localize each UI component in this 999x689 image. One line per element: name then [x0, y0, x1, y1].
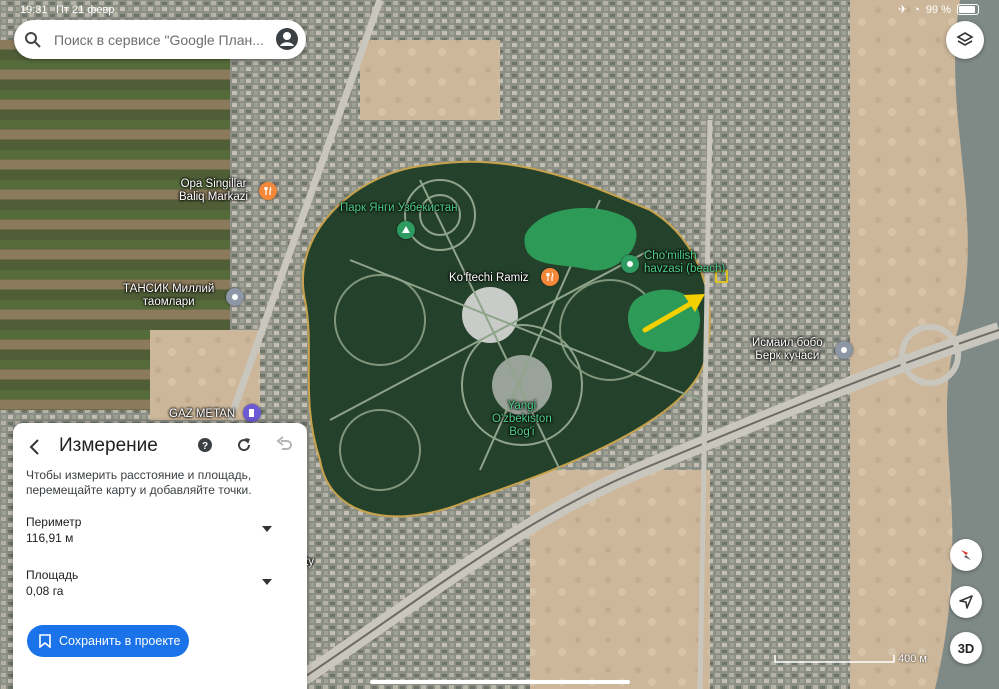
- battery-icon: [957, 4, 979, 15]
- save-label: Сохранить в проекте: [59, 634, 181, 648]
- search-icon: [25, 32, 41, 48]
- tansik-label: ТАНСИК Миллий таомлари: [123, 283, 215, 308]
- measure-hint: Чтобы измерить расстояние и площадь, пер…: [26, 468, 252, 497]
- compass-button[interactable]: [950, 539, 982, 571]
- beach-pin-icon[interactable]: [621, 255, 639, 273]
- svg-text:?: ?: [202, 441, 208, 452]
- home-indicator: [370, 680, 630, 684]
- restaurant-pin-icon[interactable]: [541, 268, 559, 286]
- three-d-button[interactable]: 3D: [950, 632, 982, 664]
- area-label: Площадь: [26, 568, 79, 582]
- layers-button[interactable]: [946, 21, 984, 59]
- search-input[interactable]: [52, 28, 276, 52]
- save-to-project-button[interactable]: Сохранить в проекте: [27, 625, 189, 657]
- perimeter-value: 116,91 м: [26, 531, 74, 545]
- koftechi-label: Ko'ftechi Ramiz: [449, 272, 529, 284]
- park-yangi-label: Парк Янги Узбекистан: [340, 202, 458, 214]
- park-pin-icon[interactable]: [397, 221, 415, 239]
- navigation-arrow-icon: [959, 595, 973, 609]
- area-dropdown-icon[interactable]: [262, 579, 272, 585]
- chomilish-label: Cho'milish havzasi (beach): [644, 250, 726, 275]
- three-d-label: 3D: [957, 640, 975, 656]
- battery-percent: 99 %: [925, 3, 951, 16]
- back-arrow-icon[interactable]: [25, 437, 45, 457]
- bookmark-icon: [39, 634, 51, 648]
- search-bar[interactable]: [14, 20, 306, 59]
- airplane-icon: ✈: [898, 4, 908, 16]
- opa-singillar-label: Opa Singillar Baliq Markazi: [179, 178, 249, 203]
- area-value: 0,08 га: [26, 584, 64, 598]
- help-icon[interactable]: ?: [197, 437, 213, 453]
- place-pin-icon[interactable]: [835, 341, 853, 359]
- perimeter-dropdown-icon[interactable]: [262, 526, 272, 532]
- perimeter-label: Периметр: [26, 515, 82, 529]
- reset-icon[interactable]: [234, 435, 254, 455]
- account-avatar-icon[interactable]: [276, 28, 298, 50]
- gas-station-pin-icon[interactable]: [243, 404, 261, 422]
- scale-label: 400 м: [898, 653, 927, 665]
- place-pin-icon[interactable]: [226, 288, 244, 306]
- gaz-metan-label: GAZ METAN: [169, 408, 236, 420]
- my-location-button[interactable]: [950, 586, 982, 618]
- yangi-uzbekiston-label: Yangi O'zbekiston Bog'i: [492, 400, 552, 438]
- status-time: 19:31: [20, 4, 48, 16]
- layers-icon: [956, 32, 974, 46]
- status-bar: 19:31 Пт 21 февр. ✈ ◔ 99 %: [0, 0, 999, 20]
- panel-title: Измерение: [59, 435, 158, 456]
- measure-panel: Измерение ? Чтобы измерить расстояние и …: [13, 423, 307, 689]
- undo-icon[interactable]: [275, 435, 295, 455]
- restaurant-pin-icon[interactable]: [259, 182, 277, 200]
- status-date: Пт 21 февр.: [56, 4, 118, 16]
- compass-icon: [961, 550, 971, 560]
- wifi-icon: ◔: [913, 3, 920, 16]
- ismail-bobo-label: Исмаил бобо Берк кучаси: [752, 337, 823, 362]
